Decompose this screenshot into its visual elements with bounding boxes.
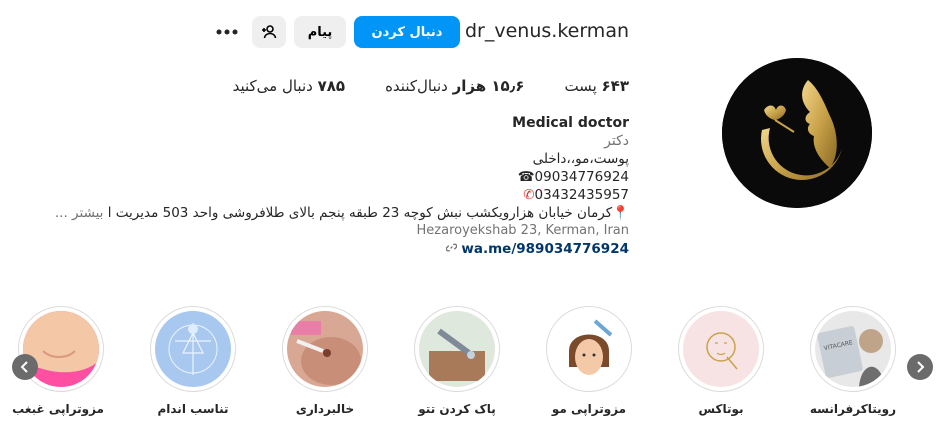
highlight-cover: [551, 311, 627, 387]
highlights-prev-button[interactable]: [12, 354, 38, 380]
highlight-cover: [683, 311, 759, 387]
chevron-left-icon: [20, 361, 28, 373]
highlight-item[interactable]: بوتاکس: [678, 306, 764, 416]
highlight-item[interactable]: پاک کردن تتو: [414, 306, 500, 416]
highlight-cover: [155, 311, 231, 387]
follow-button[interactable]: دنبال کردن: [354, 16, 460, 48]
bio-website-link[interactable]: wa.me/989034776924: [29, 240, 629, 258]
highlight-item[interactable]: مزوتراپی مو: [546, 306, 632, 416]
suggest-accounts-button[interactable]: [252, 16, 286, 48]
bio-more-link[interactable]: بیشتر ...: [55, 205, 104, 221]
location-pin-icon: 📍: [612, 205, 629, 221]
highlight-cover: VITACARE: [815, 311, 891, 387]
bio-address-latin[interactable]: Hezaroyekshab 23, Kerman, Iran: [29, 222, 629, 240]
message-button[interactable]: پیام: [294, 16, 346, 48]
bio-phone-2: ✆03432435957: [523, 187, 629, 203]
highlights-next-button[interactable]: [907, 354, 933, 380]
telephone-icon: ☎: [517, 169, 535, 185]
highlight-cover: [419, 311, 495, 387]
person-add-icon: [262, 25, 277, 39]
chevron-right-icon: [917, 361, 925, 373]
more-options-icon: [216, 29, 238, 35]
bio-specialties: پوست،مو،،داخلی: [532, 151, 629, 167]
posts-count: ۶۴۳ پست: [564, 77, 629, 95]
profile-bio: Medical doctor دکتر پوست،مو،،داخلی ☎0903…: [29, 114, 629, 258]
highlight-item[interactable]: تناسب اندام: [150, 306, 236, 416]
profile-avatar[interactable]: [722, 58, 872, 208]
followers-count[interactable]: ۱۵٫۶ هزار دنبال‌کننده: [385, 77, 524, 95]
link-icon: [445, 243, 457, 252]
phone-receiver-icon: ✆: [523, 187, 535, 203]
bio-name: Medical doctor: [512, 115, 629, 131]
bio-category: دکتر: [604, 133, 629, 149]
bio-phone-1: ☎09034776924: [517, 169, 629, 185]
highlight-item[interactable]: خالبرداری: [282, 306, 368, 416]
venus-logo-icon: [722, 58, 872, 208]
bio-address: 📍کرمان خیابان هزارویکشب نبش کوچه 23 طبقه…: [54, 205, 629, 221]
more-options-button[interactable]: [212, 18, 242, 46]
following-count[interactable]: ۷۸۵ دنبال می‌کنید: [233, 77, 345, 95]
profile-stats: ۶۴۳ پست ۱۵٫۶ هزار دنبال‌کننده ۷۸۵ دنبال …: [233, 77, 629, 95]
highlight-item[interactable]: VITACARE رویتاکرفرانسه: [810, 306, 896, 416]
profile-username: dr_venus.kerman: [464, 20, 629, 42]
highlight-cover: [287, 311, 363, 387]
